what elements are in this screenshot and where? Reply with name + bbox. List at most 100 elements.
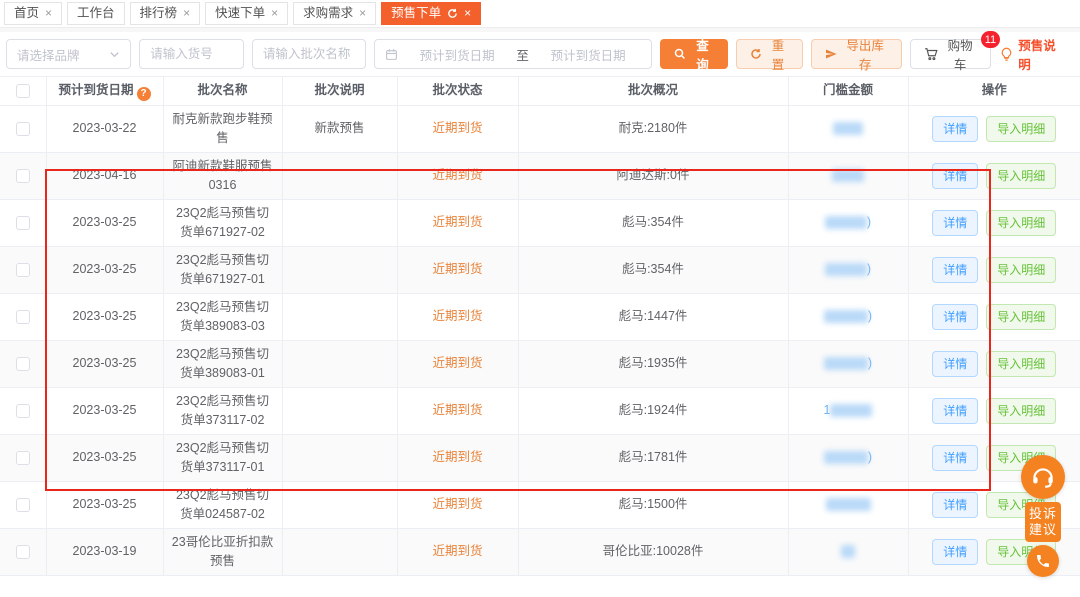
detail-button[interactable]: 详情: [932, 116, 978, 142]
cell-date: 2023-03-22: [46, 105, 163, 152]
amount-suffix: ): [868, 309, 872, 323]
detail-button[interactable]: 详情: [932, 163, 978, 189]
tab-quick-order[interactable]: 快速下单 ×: [205, 2, 288, 25]
table-row: 2023-03-2523Q2彪马预售切货单373117-01近期到货彪马:178…: [0, 434, 1080, 481]
select-all-checkbox[interactable]: [16, 84, 30, 98]
batch-status-text: 近期到货: [432, 497, 482, 511]
import-detail-button[interactable]: 导入明细: [986, 398, 1056, 424]
cart-badge: 11: [981, 31, 1000, 48]
cell-threshold-amount: 1: [788, 387, 908, 434]
date-end-placeholder[interactable]: 预计到货日期: [535, 45, 641, 64]
tab-home[interactable]: 首页 ×: [4, 2, 62, 25]
cell-date: 2023-03-25: [46, 293, 163, 340]
batch-name-input-wrap: [252, 39, 366, 69]
row-checkbox[interactable]: [16, 310, 30, 324]
date-start-placeholder[interactable]: 预计到货日期: [404, 45, 510, 64]
detail-button[interactable]: 详情: [932, 304, 978, 330]
detail-button[interactable]: 详情: [932, 539, 978, 565]
amount-suffix: ): [868, 450, 872, 464]
detail-button[interactable]: 详情: [932, 210, 978, 236]
row-checkbox[interactable]: [16, 122, 30, 136]
import-detail-button[interactable]: 导入明细: [986, 163, 1056, 189]
brand-select-placeholder: 请选择品牌: [17, 45, 80, 64]
reset-button[interactable]: 重置: [736, 39, 803, 69]
question-icon[interactable]: ?: [137, 87, 151, 101]
sku-input[interactable]: [150, 47, 233, 61]
row-checkbox[interactable]: [16, 169, 30, 183]
cell-date: 2023-03-25: [46, 481, 163, 528]
close-icon[interactable]: ×: [271, 6, 278, 21]
detail-button[interactable]: 详情: [932, 351, 978, 377]
detail-button[interactable]: 详情: [932, 398, 978, 424]
import-detail-button[interactable]: 导入明细: [986, 304, 1056, 330]
tab-presale-order[interactable]: 预售下单 ×: [381, 2, 481, 25]
cell-actions: 详情导入明细: [908, 152, 1080, 199]
batch-status-text: 近期到货: [432, 356, 482, 370]
row-checkbox[interactable]: [16, 451, 30, 465]
row-checkbox[interactable]: [16, 498, 30, 512]
presale-order-page: 首页 × 工作台 排行榜 × 快速下单 × 求购需求 × 预售下单 ×: [0, 0, 1080, 597]
detail-button[interactable]: 详情: [932, 492, 978, 518]
refresh-icon[interactable]: [447, 8, 458, 19]
brand-select[interactable]: 请选择品牌: [6, 39, 131, 69]
tab-purchase-demand[interactable]: 求购需求 ×: [293, 2, 376, 25]
cell-batch-desc: [282, 340, 397, 387]
phone-icon: [1035, 553, 1051, 569]
col-threshold-amount: 门槛金额: [788, 77, 908, 106]
cell-threshold-amount: [788, 105, 908, 152]
col-batch-overview: 批次概况: [518, 77, 788, 106]
row-checkbox[interactable]: [16, 216, 30, 230]
complaint-suggestion-button[interactable]: 投诉 建议: [1025, 502, 1061, 542]
date-range-picker[interactable]: 预计到货日期 至 预计到货日期: [374, 39, 652, 69]
cell-date: 2023-03-25: [46, 340, 163, 387]
col-batch-name: 批次名称: [163, 77, 282, 106]
import-detail-button[interactable]: 导入明细: [986, 210, 1056, 236]
cell-batch-name: 23Q2彪马预售切货单389083-03: [163, 293, 282, 340]
close-icon[interactable]: ×: [464, 6, 471, 21]
import-detail-button[interactable]: 导入明细: [986, 116, 1056, 142]
row-checkbox[interactable]: [16, 357, 30, 371]
cell-date: 2023-03-25: [46, 387, 163, 434]
tab-label: 预售下单: [391, 6, 441, 21]
tab-workbench[interactable]: 工作台: [67, 2, 125, 25]
cell-batch-overview: 耐克:2180件: [518, 105, 788, 152]
tab-label: 快速下单: [215, 6, 265, 21]
cell-batch-name: 23Q2彪马预售切货单389083-01: [163, 340, 282, 387]
close-icon[interactable]: ×: [183, 6, 190, 21]
row-checkbox[interactable]: [16, 404, 30, 418]
close-icon[interactable]: ×: [45, 6, 52, 21]
amount-suffix: ): [867, 215, 871, 229]
import-detail-button[interactable]: 导入明细: [986, 351, 1056, 377]
search-icon: [674, 48, 686, 60]
blurred-amount: [824, 357, 868, 370]
tab-bar: 首页 × 工作台 排行榜 × 快速下单 × 求购需求 × 预售下单 ×: [0, 0, 1080, 28]
filter-bar: 请选择品牌 预计到货日期 至 预计到货日期: [0, 32, 1080, 76]
tab-ranking[interactable]: 排行榜 ×: [130, 2, 201, 25]
customer-service-button[interactable]: [1021, 455, 1065, 499]
cell-batch-overview: 彪马:354件: [518, 246, 788, 293]
import-detail-button[interactable]: 导入明细: [986, 257, 1056, 283]
date-separator: 至: [516, 45, 529, 64]
blurred-amount: [825, 216, 867, 229]
cell-batch-name: 23哥伦比亚折扣款预售: [163, 528, 282, 575]
blurred-amount: [833, 122, 863, 135]
presale-help-link[interactable]: 预售说明: [999, 35, 1064, 73]
close-icon[interactable]: ×: [359, 6, 366, 21]
cell-threshold-amount: ): [788, 246, 908, 293]
table-header-row: 预计到货日期? 批次名称 批次说明 批次状态 批次概况 门槛金额 操作: [0, 77, 1080, 106]
detail-button[interactable]: 详情: [932, 257, 978, 283]
batch-status-text: 近期到货: [432, 403, 482, 417]
phone-contact-button[interactable]: [1027, 545, 1059, 577]
cart-button[interactable]: 购物车 11: [910, 39, 991, 69]
cell-batch-name: 阿迪新款鞋服预售0316: [163, 152, 282, 199]
cell-batch-desc: [282, 528, 397, 575]
search-button[interactable]: 查询: [660, 39, 727, 69]
table-row: 2023-03-2523Q2彪马预售切货单671927-01近期到货彪马:354…: [0, 246, 1080, 293]
row-checkbox[interactable]: [16, 545, 30, 559]
col-batch-desc: 批次说明: [282, 77, 397, 106]
row-checkbox[interactable]: [16, 263, 30, 277]
export-inventory-button[interactable]: 导出库存: [811, 39, 902, 69]
table-body: 2023-03-22耐克新款跑步鞋预售新款预售近期到货耐克:2180件详情导入明…: [0, 105, 1080, 575]
batch-name-input[interactable]: [263, 47, 355, 61]
detail-button[interactable]: 详情: [932, 445, 978, 471]
